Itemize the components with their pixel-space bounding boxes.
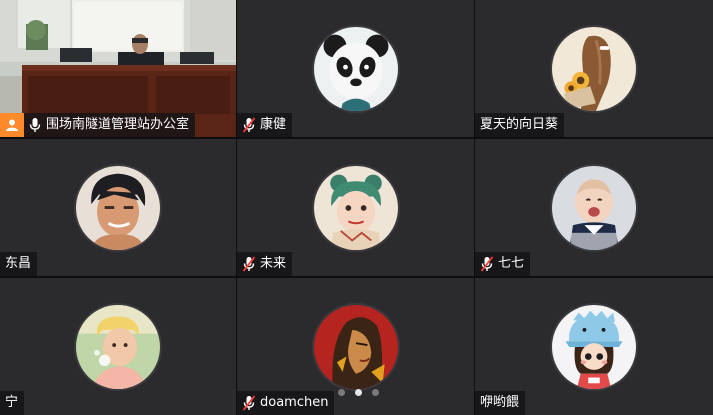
page-indicator[interactable]: [338, 389, 379, 396]
cartoon-girl-hat-avatar: [550, 302, 638, 391]
participant-name: 东昌: [5, 256, 32, 271]
page-dot-1[interactable]: [338, 389, 345, 396]
mic-muted-icon: [242, 117, 256, 133]
anime-girl-avatar: [311, 163, 400, 252]
name-bar: 七七: [475, 252, 531, 276]
participant-name: 咿哟餵: [480, 395, 520, 410]
page-dot-3[interactable]: [372, 389, 379, 396]
participant-tile-7[interactable]: 宁: [0, 278, 236, 415]
child-bubble-avatar: [74, 302, 162, 391]
sunflower-girl-avatar: [550, 24, 638, 113]
name-bar: doamchen: [237, 391, 335, 415]
participant-name: 七七: [498, 256, 525, 271]
page-dot-2[interactable]: [355, 389, 362, 396]
baby-avatar: [550, 163, 638, 252]
participant-tile-9[interactable]: 咿哟餵: [475, 278, 713, 415]
name-bar: 东昌: [0, 252, 38, 276]
user-icon: [6, 119, 18, 131]
participant-tile-4[interactable]: 东昌: [0, 139, 236, 276]
name-bar: 围场南隧道管理站办公室: [0, 113, 196, 137]
mic-icon: [29, 118, 41, 132]
participant-name: 宁: [5, 395, 19, 410]
name-bar: 未来: [237, 252, 293, 276]
mic-muted-icon: [242, 256, 256, 272]
panda-avatar: [311, 24, 400, 113]
participant-name: 康健: [260, 117, 287, 132]
participant-tile-5[interactable]: 未来: [237, 139, 474, 276]
name-bar: 宁: [0, 391, 25, 415]
video-grid: 围场南隧道管理站办公室 康健 夏天的向日葵 东昌 未来 七七 宁 doamche…: [0, 0, 713, 415]
red-art-avatar: [311, 302, 400, 391]
name-bar: 夏天的向日葵: [475, 113, 565, 137]
participant-name: 夏天的向日葵: [480, 117, 559, 132]
participant-name: 未来: [260, 256, 287, 271]
participant-tile-6[interactable]: 七七: [475, 139, 713, 276]
participant-name: 围场南隧道管理站办公室: [46, 117, 190, 132]
participant-tile-3[interactable]: 夏天的向日葵: [475, 0, 713, 137]
participant-tile-1[interactable]: 围场南隧道管理站办公室: [0, 0, 236, 137]
name-bar: 咿哟餵: [475, 391, 526, 415]
name-bar: 康健: [237, 113, 293, 137]
participant-tile-2[interactable]: 康健: [237, 0, 474, 137]
participant-name: doamchen: [260, 395, 329, 410]
anime-man-avatar: [74, 163, 162, 252]
host-badge: [0, 113, 24, 137]
mic-muted-icon: [242, 395, 256, 411]
mic-muted-icon: [480, 256, 494, 272]
